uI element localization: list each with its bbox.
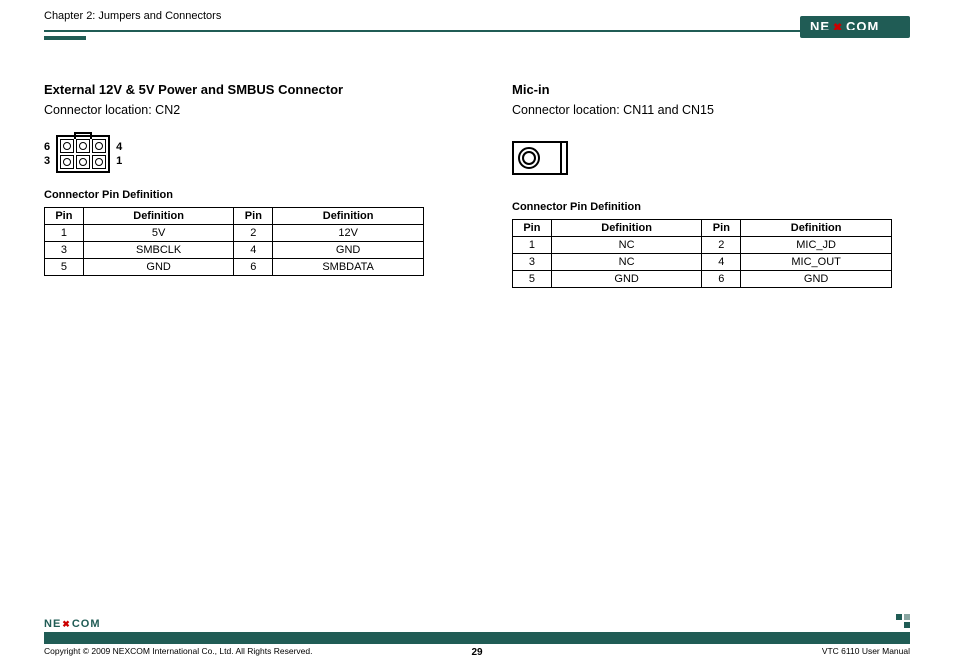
left-column: External 12V & 5V Power and SMBUS Connec… [44, 82, 442, 288]
brand-text: NE [44, 618, 61, 630]
cell-def: MIC_OUT [741, 254, 892, 271]
pin-label-1: 1 [116, 154, 122, 168]
pin-icon [92, 155, 106, 169]
cell-pin: 6 [702, 271, 741, 288]
th-pin: Pin [702, 220, 741, 237]
th-def: Definition [741, 220, 892, 237]
pin-label-4: 4 [116, 140, 122, 154]
jack-ring-icon [518, 147, 540, 169]
brand-text: COM [72, 618, 101, 630]
header-rule [44, 30, 910, 32]
cell-pin: 4 [234, 242, 273, 259]
th-def: Definition [83, 208, 234, 225]
th-def: Definition [551, 220, 702, 237]
cell-pin: 5 [513, 271, 552, 288]
table-row: 5 GND 6 GND [513, 271, 892, 288]
cell-pin: 5 [45, 259, 84, 276]
cell-def: GND [273, 242, 424, 259]
cell-pin: 3 [513, 254, 552, 271]
pin-icon [76, 155, 90, 169]
footer-text-row: Copyright © 2009 NEXCOM International Co… [44, 646, 910, 656]
pin-label-3: 3 [44, 154, 50, 168]
right-section-title: Mic-in [512, 82, 910, 97]
pin-icon [60, 155, 74, 169]
cell-def: MIC_JD [741, 237, 892, 254]
cell-def: GND [83, 259, 234, 276]
table-row: 5 GND 6 SMBDATA [45, 259, 424, 276]
cell-def: GND [741, 271, 892, 288]
chapter-title: Chapter 2: Jumpers and Connectors [44, 10, 910, 22]
cell-pin: 4 [702, 254, 741, 271]
header-rule-accent [44, 36, 86, 40]
pin-label-6: 6 [44, 140, 50, 154]
footer-bar [44, 632, 910, 644]
cell-def: 5V [83, 225, 234, 242]
footer-manual-name: VTC 6110 User Manual [822, 646, 910, 656]
brand-x-icon: ✖ [62, 619, 71, 630]
audio-jack-icon [512, 141, 566, 175]
right-pin-table: Pin Definition Pin Definition 1 NC 2 MIC… [512, 219, 892, 288]
cell-def: GND [551, 271, 702, 288]
cell-pin: 3 [45, 242, 84, 259]
left-pin-table: Pin Definition Pin Definition 1 5V 2 12V… [44, 207, 424, 276]
th-def: Definition [273, 208, 424, 225]
cell-pin: 2 [234, 225, 273, 242]
brand-logo-bottom: NE✖COM [44, 618, 910, 630]
nexcom-logo-icon: NE ✖ COM [805, 18, 905, 36]
th-pin: Pin [45, 208, 84, 225]
cell-def: SMBDATA [273, 259, 424, 276]
cell-def: 12V [273, 225, 424, 242]
table-row: 1 5V 2 12V [45, 225, 424, 242]
right-column: Mic-in Connector location: CN11 and CN15… [512, 82, 910, 288]
diagram-left-labels: 6 3 [44, 140, 50, 168]
table-row: 3 NC 4 MIC_OUT [513, 254, 892, 271]
pin-icon [92, 139, 106, 153]
page-content: External 12V & 5V Power and SMBUS Connec… [44, 82, 910, 288]
table-header-row: Pin Definition Pin Definition [513, 220, 892, 237]
right-connector-diagram [512, 141, 566, 175]
pin-icon [60, 139, 74, 153]
brand-logo-top: NE ✖ COM [800, 16, 910, 38]
footer-squares-icon [896, 614, 910, 628]
pin-icon [76, 139, 90, 153]
right-connector-location: Connector location: CN11 and CN15 [512, 103, 910, 117]
footer-copyright: Copyright © 2009 NEXCOM International Co… [44, 646, 312, 656]
left-connector-location: Connector location: CN2 [44, 103, 442, 117]
th-pin: Pin [513, 220, 552, 237]
svg-text:✖: ✖ [833, 22, 842, 34]
cell-pin: 2 [702, 237, 741, 254]
left-section-title: External 12V & 5V Power and SMBUS Connec… [44, 82, 442, 97]
left-connector-diagram: 6 3 4 1 [44, 135, 442, 173]
cell-def: NC [551, 237, 702, 254]
cell-def: NC [551, 254, 702, 271]
cell-pin: 1 [513, 237, 552, 254]
table-row: 3 SMBCLK 4 GND [45, 242, 424, 259]
left-table-title: Connector Pin Definition [44, 189, 442, 201]
table-header-row: Pin Definition Pin Definition [45, 208, 424, 225]
page-footer: NE✖COM Copyright © 2009 NEXCOM Internati… [44, 618, 910, 656]
cell-pin: 1 [45, 225, 84, 242]
connector-body-2x3 [56, 135, 110, 173]
table-row: 1 NC 2 MIC_JD [513, 237, 892, 254]
diagram-right-labels: 4 1 [116, 140, 122, 168]
footer-page-number: 29 [471, 647, 482, 658]
cell-pin: 6 [234, 259, 273, 276]
cell-def: SMBCLK [83, 242, 234, 259]
th-pin: Pin [234, 208, 273, 225]
right-table-title: Connector Pin Definition [512, 201, 910, 213]
